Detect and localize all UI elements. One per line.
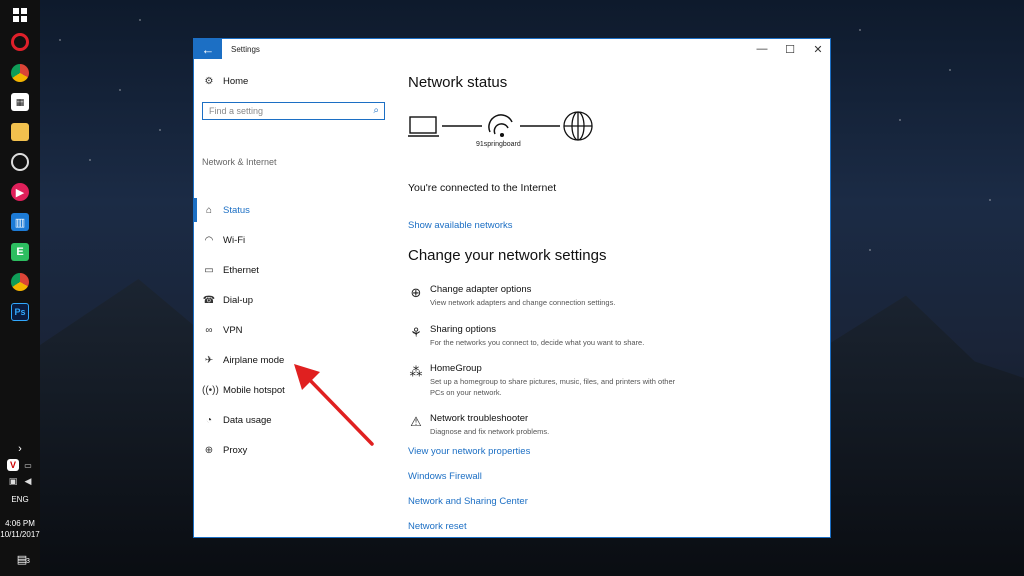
nav-item-vpn[interactable]: ∞ VPN [194, 318, 394, 342]
status-icon: ⌂ [205, 204, 213, 216]
proxy-icon: ⊕ [204, 444, 214, 456]
network-troubleshooter-option[interactable]: ⚠ Network troubleshooter Diagnose and fi… [408, 413, 808, 443]
main-content: Network status 91springboard You're conn… [408, 59, 818, 537]
network-name: 91springboard [476, 141, 521, 148]
nav-item-label: Ethernet [223, 264, 259, 276]
opera-icon[interactable] [11, 33, 29, 51]
laptop-icon [408, 116, 439, 137]
network-reset-link[interactable]: Network reset [408, 521, 467, 532]
clock-date[interactable]: 10/11/2017 [0, 530, 40, 539]
battery-icon[interactable]: ▭ [22, 459, 34, 471]
search-placeholder: Find a setting [209, 106, 264, 116]
nav-item-dialup[interactable]: ☎ Dial-up [194, 288, 394, 312]
calendar-icon[interactable]: ▦ [11, 93, 29, 111]
photoshop-icon[interactable]: Ps [11, 303, 29, 321]
change-adapter-options[interactable]: ⊕ Change adapter options View network ad… [408, 284, 808, 314]
nav-item-label: Proxy [223, 444, 248, 456]
wifi-icon: ◠ [204, 234, 214, 246]
volume-icon[interactable]: ◀ [22, 475, 34, 487]
file-explorer-icon[interactable] [11, 123, 29, 141]
hotspot-icon: ((•)) [202, 384, 219, 396]
back-button[interactable]: ← [194, 39, 222, 59]
data-usage-icon: ◔ [205, 414, 213, 426]
red-arrow-annotation [294, 364, 374, 446]
maximize-button[interactable]: ☐ [776, 39, 804, 59]
option-title: HomeGroup [430, 363, 482, 374]
gear-icon: ⚙ [204, 75, 214, 87]
vivaldi-tray-icon[interactable]: V [7, 459, 19, 471]
nav-item-status[interactable]: ⌂ Status [194, 198, 394, 222]
nav-item-label: Data usage [223, 414, 272, 426]
trello-icon[interactable]: ▥ [11, 213, 29, 231]
warning-icon: ⚠ [410, 414, 422, 429]
chrome-canary-icon[interactable] [11, 273, 29, 291]
section-label: Network & Internet [202, 157, 277, 167]
window-title: Settings [231, 44, 260, 54]
nav-item-label: Status [223, 204, 250, 216]
sync-icon[interactable] [11, 153, 29, 171]
option-description: Diagnose and fix network problems. [430, 427, 550, 436]
show-hidden-icons-chevron-icon[interactable]: › [0, 443, 40, 455]
nav-item-label: Dial-up [223, 294, 254, 306]
evernote-icon[interactable]: E [11, 243, 29, 261]
clock-time[interactable]: 4:06 PM [0, 519, 40, 528]
chrome-icon[interactable] [11, 64, 29, 82]
nav-home-label: Home [223, 75, 249, 87]
nav-item-wifi[interactable]: ◠ Wi-Fi [194, 228, 394, 252]
option-description: View network adapters and change connect… [430, 298, 616, 307]
media-app-icon[interactable]: ▶ [11, 183, 29, 201]
network-status-heading: Network status [408, 74, 508, 91]
option-description: Set up a homegroup to share pictures, mu… [430, 377, 676, 397]
network-sharing-center-link[interactable]: Network and Sharing Center [408, 496, 528, 507]
option-title: Network troubleshooter [430, 413, 529, 424]
search-icon: ⌕ [373, 105, 379, 116]
minimize-button[interactable]: — [748, 39, 776, 59]
option-description: For the networks you connect to, decide … [430, 338, 645, 347]
network-diagram [408, 111, 593, 141]
view-network-properties-link[interactable]: View your network properties [408, 446, 530, 457]
sharing-options[interactable]: ⚘ Sharing options For the networks you c… [408, 324, 808, 354]
settings-nav: ⚙ Home Find a setting ⌕ Network & Intern… [194, 59, 394, 537]
nav-item-label: VPN [223, 324, 243, 336]
sharing-icon: ⚘ [410, 325, 422, 340]
show-available-networks-link[interactable]: Show available networks [408, 220, 513, 231]
vpn-icon: ∞ [205, 324, 213, 336]
windows-firewall-link[interactable]: Windows Firewall [408, 471, 482, 482]
close-button[interactable]: ✕ [804, 39, 830, 59]
airplane-icon: ✈ [204, 354, 214, 366]
notification-count: 3 [26, 558, 30, 565]
option-title: Change adapter options [430, 284, 532, 295]
nav-item-ethernet[interactable]: ▭ Ethernet [194, 258, 394, 282]
dialup-icon: ☎ [202, 294, 216, 306]
windows-start-icon[interactable] [11, 6, 29, 24]
globe-icon [563, 111, 593, 141]
option-title: Sharing options [430, 324, 497, 335]
adapter-globe-icon: ⊕ [410, 285, 422, 300]
taskbar: ▦ ▶ ▥ E Ps › V ▭ ▣ ◀ ENG 4:06 PM 10/11/2… [0, 0, 40, 576]
wifi-signal-icon [488, 114, 513, 138]
title-bar: ← Settings — ☐ ✕ [194, 39, 830, 59]
homegroup-option[interactable]: ⁂ HomeGroup Set up a homegroup to share … [408, 363, 808, 403]
settings-window: ← Settings — ☐ ✕ ⚙ Home Find a setting ⌕… [193, 38, 831, 538]
nav-item-label: Airplane mode [223, 354, 285, 366]
nav-item-label: Wi-Fi [223, 234, 246, 246]
ethernet-icon: ▭ [204, 264, 214, 276]
homegroup-icon: ⁂ [409, 364, 423, 379]
connection-status-text: You're connected to the Internet [408, 182, 557, 194]
nav-home[interactable]: ⚙ Home [194, 69, 394, 93]
search-input[interactable]: Find a setting ⌕ [202, 102, 385, 120]
nav-item-label: Mobile hotspot [223, 384, 285, 396]
language-indicator[interactable]: ENG [0, 495, 40, 504]
network-tray-icon[interactable]: ▣ [7, 475, 19, 487]
change-settings-heading: Change your network settings [408, 247, 607, 264]
